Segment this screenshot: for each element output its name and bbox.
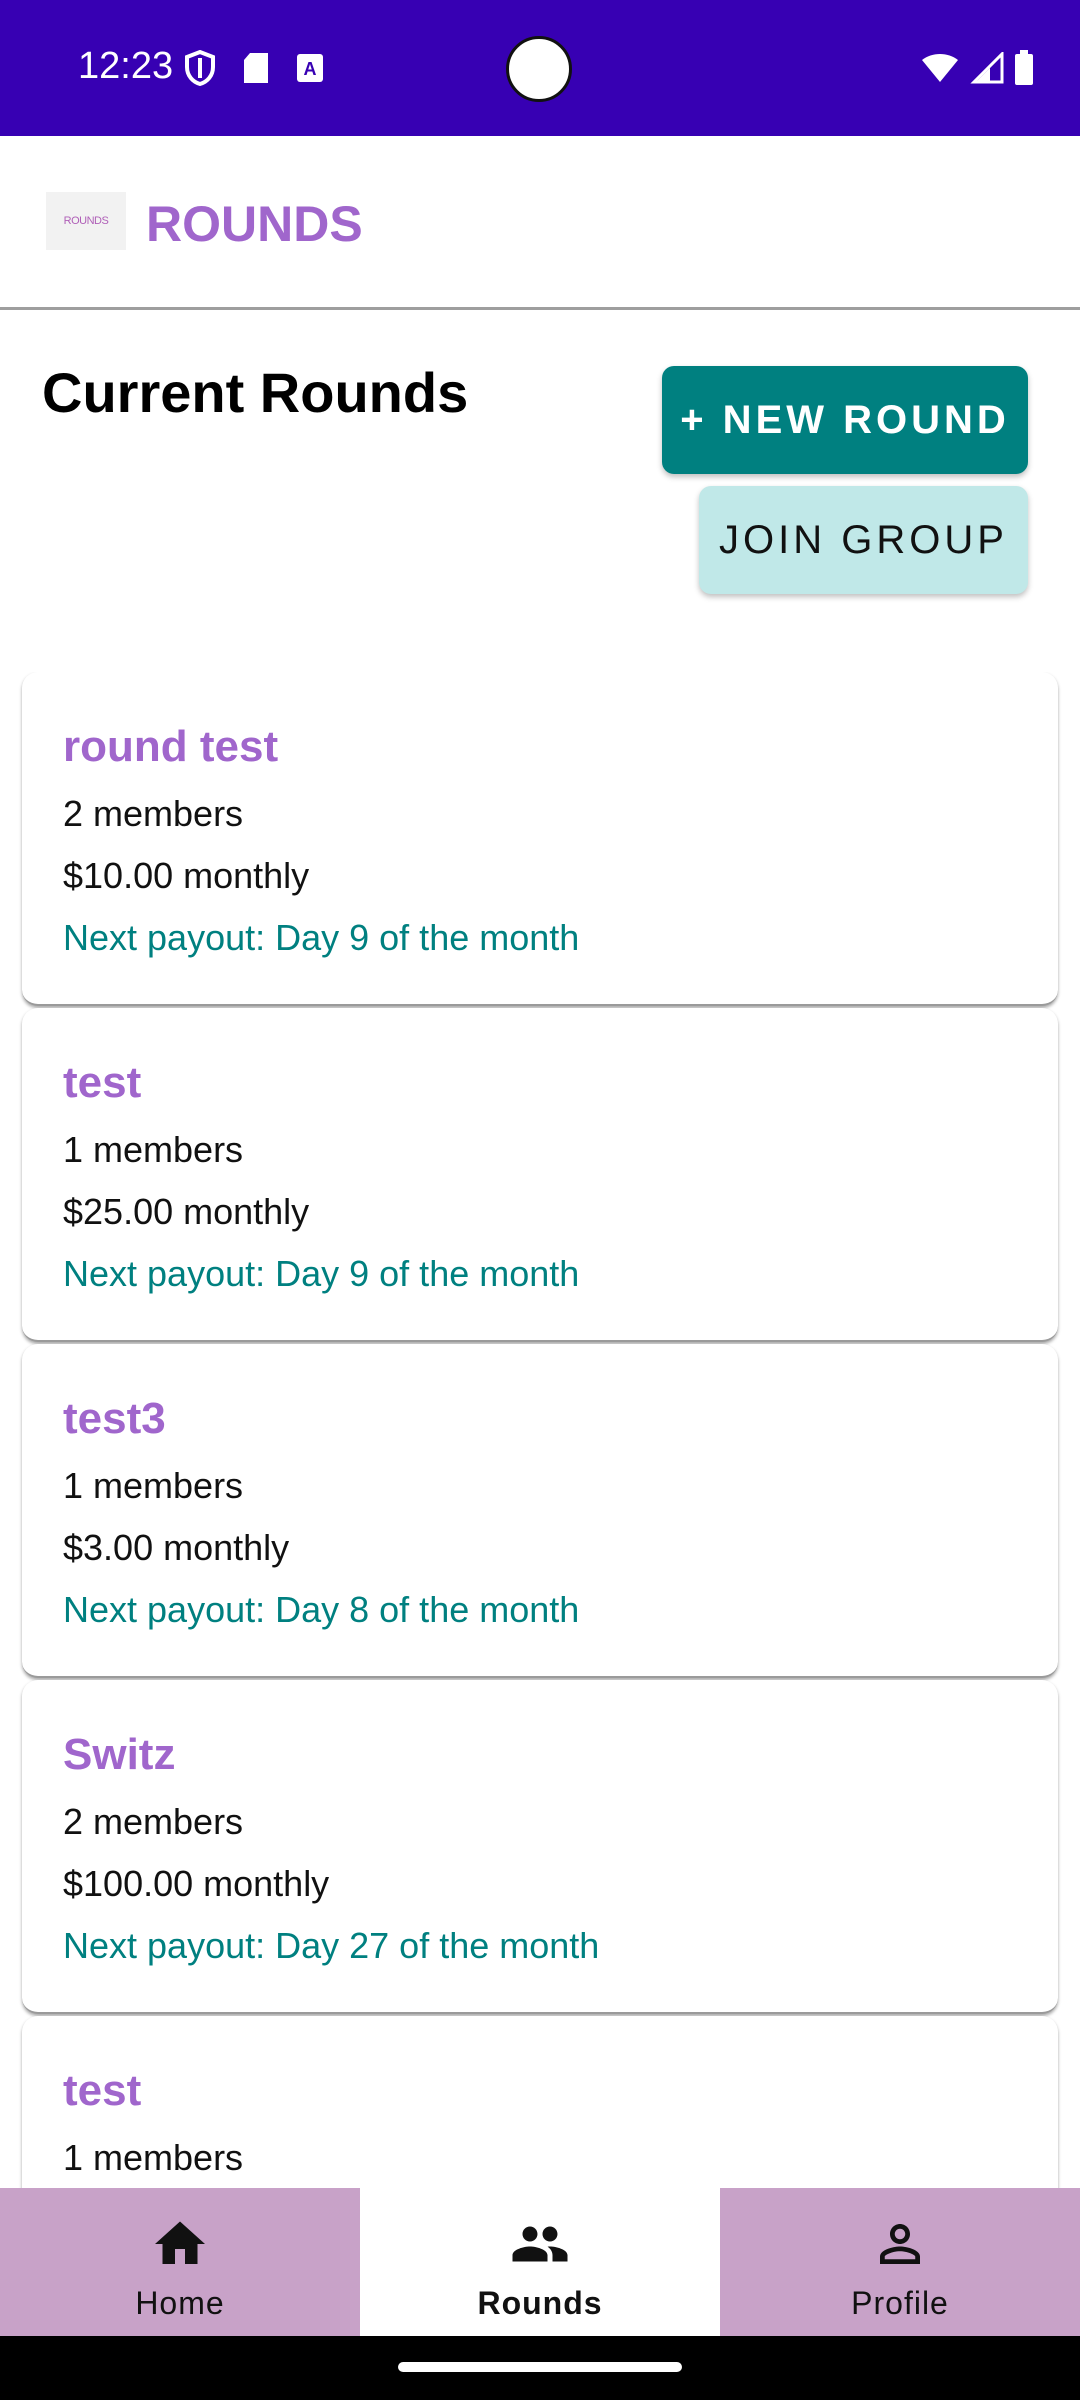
round-name: test3 <box>63 1394 166 1443</box>
app-title: ROUNDS <box>146 196 363 252</box>
person-icon <box>870 2214 930 2279</box>
round-members: 2 members <box>63 793 244 834</box>
nav-label-home: Home <box>135 2285 225 2321</box>
round-payout: Next payout: Day 9 of the month <box>63 917 580 958</box>
app-logo: ROUNDS <box>46 192 126 250</box>
sd-card-icon <box>242 51 270 90</box>
bottom-nav: Home Rounds Profile <box>0 2188 1080 2336</box>
join-group-button[interactable]: JOIN GROUP <box>699 486 1028 594</box>
status-bar: 12:23 A <box>0 0 1080 136</box>
group-icon <box>510 2214 570 2279</box>
round-amount: $100.00 monthly <box>63 1863 330 1904</box>
round-name: test <box>63 1058 142 1107</box>
nav-item-home[interactable]: Home <box>0 2188 360 2336</box>
nav-item-profile[interactable]: Profile <box>720 2188 1080 2336</box>
status-icons-right <box>920 50 1034 91</box>
gesture-bar <box>0 2336 1080 2400</box>
round-name: round test <box>63 722 279 771</box>
round-amount: $25.00 monthly <box>63 1191 310 1232</box>
round-card[interactable]: test 1 members <box>22 2016 1058 2188</box>
round-amount: $3.00 monthly <box>63 1527 290 1568</box>
round-card[interactable]: Switz 2 members $100.00 monthly Next pay… <box>22 1680 1058 2014</box>
gesture-handle[interactable] <box>398 2362 682 2372</box>
nav-item-rounds[interactable]: Rounds <box>360 2188 720 2336</box>
round-members: 1 members <box>63 1129 244 1170</box>
round-payout: Next payout: Day 9 of the month <box>63 1253 580 1294</box>
new-round-button[interactable]: + NEW ROUND <box>662 366 1028 474</box>
round-amount: $10.00 monthly <box>63 855 310 896</box>
page-title: Current Rounds <box>42 361 469 424</box>
status-time: 12:23 <box>78 45 174 87</box>
signal-icon <box>970 50 1004 89</box>
rounds-list[interactable]: round test 2 members $10.00 monthly Next… <box>0 672 1080 2188</box>
round-members: 2 members <box>63 1801 244 1842</box>
svg-text:A: A <box>304 59 317 79</box>
app-bar: ROUNDS ROUNDS <box>0 136 1080 310</box>
round-card[interactable]: round test 2 members $10.00 monthly Next… <box>22 672 1058 1006</box>
round-payout: Next payout: Day 8 of the month <box>63 1589 580 1630</box>
round-card[interactable]: test3 1 members $3.00 monthly Next payou… <box>22 1344 1058 1678</box>
camera-cutout <box>506 36 572 102</box>
round-card[interactable]: test 1 members $25.00 monthly Next payou… <box>22 1008 1058 1342</box>
nav-label-profile: Profile <box>851 2285 949 2321</box>
round-name: test <box>63 2066 142 2115</box>
round-name: Switz <box>63 1730 176 1779</box>
round-payout: Next payout: Day 27 of the month <box>63 1925 600 1966</box>
wifi-icon <box>920 52 960 89</box>
shield-icon <box>184 49 216 91</box>
status-icons-left: A <box>184 49 324 91</box>
home-icon <box>150 2214 210 2279</box>
nav-label-rounds: Rounds <box>477 2285 603 2321</box>
round-members: 1 members <box>63 2137 244 2178</box>
round-members: 1 members <box>63 1465 244 1506</box>
app-logo-text: ROUNDS <box>63 215 109 227</box>
battery-icon <box>1014 50 1034 91</box>
font-a-icon: A <box>296 53 324 88</box>
